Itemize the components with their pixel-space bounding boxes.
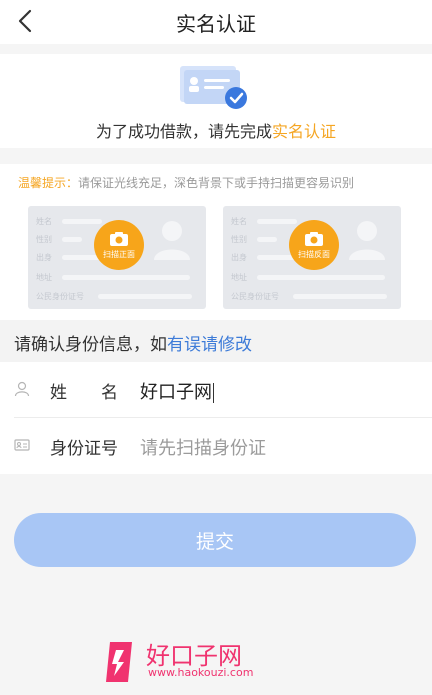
card-field-bar bbox=[293, 294, 387, 299]
id-card-verified-icon bbox=[180, 66, 247, 109]
scan-front-button[interactable]: 扫描正面 bbox=[94, 220, 144, 270]
card-field-bar bbox=[98, 294, 192, 299]
page-title: 实名认证 bbox=[176, 11, 256, 36]
tip-label: 温馨提示： bbox=[18, 176, 79, 190]
name-input[interactable]: 好口子网 bbox=[140, 378, 214, 404]
name-label: 姓 名 bbox=[50, 383, 118, 403]
submit-button[interactable]: 提交 bbox=[14, 513, 416, 567]
card-field-label: 地址 bbox=[231, 272, 247, 282]
card-field-label: 姓名 bbox=[231, 216, 247, 226]
scan-back-button[interactable]: 扫描反面 bbox=[289, 220, 339, 270]
card-field-label: 公民身份证号 bbox=[231, 291, 279, 301]
camera-icon bbox=[110, 231, 128, 246]
watermark: 好口子网 www.haokouzi.com bbox=[102, 636, 262, 686]
card-field-label: 出身 bbox=[36, 252, 52, 262]
card-field-bar bbox=[257, 237, 277, 242]
camera-icon bbox=[305, 231, 323, 246]
card-field-bar bbox=[62, 219, 102, 224]
id-card-back[interactable]: 姓名 性别 出身 地址 公民身份证号 扫描反面 bbox=[223, 206, 401, 309]
verify-banner: 为了成功借款，请先完成实名认证 bbox=[0, 54, 432, 148]
scan-front-label: 扫描正面 bbox=[103, 249, 135, 259]
id-card-icon bbox=[14, 439, 30, 451]
watermark-logo-icon bbox=[106, 642, 132, 682]
id-number-row: 身份证号 请先扫描身份证 bbox=[0, 418, 432, 473]
user-icon bbox=[14, 381, 30, 397]
scan-tip: 温馨提示：请保证光线充足，深色背景下或手持扫描更容易识别 bbox=[18, 174, 354, 191]
verify-prompt-text: 为了成功借款，请先完成 bbox=[95, 122, 272, 141]
confirm-info: 请确认身份信息，如有误请修改 bbox=[14, 330, 252, 355]
portrait-icon bbox=[349, 221, 385, 260]
id-number-input[interactable]: 请先扫描身份证 bbox=[140, 434, 266, 460]
portrait-icon bbox=[154, 221, 190, 260]
name-row: 姓 名 好口子网 bbox=[0, 362, 432, 418]
card-field-bar bbox=[62, 237, 82, 242]
id-card-front[interactable]: 姓名 性别 出身 地址 公民身份证号 扫描正面 bbox=[28, 206, 206, 309]
edit-info-link[interactable]: 有误请修改 bbox=[167, 335, 252, 355]
card-field-bar bbox=[257, 275, 385, 280]
verify-prompt: 为了成功借款，请先完成实名认证 bbox=[0, 118, 432, 142]
card-field-label: 地址 bbox=[36, 272, 52, 282]
card-field-label: 姓名 bbox=[36, 216, 52, 226]
card-field-label: 出身 bbox=[231, 252, 247, 262]
text-caret bbox=[213, 383, 214, 403]
card-field-label: 公民身份证号 bbox=[36, 291, 84, 301]
watermark-url: www.haokouzi.com bbox=[148, 666, 254, 679]
name-value: 好口子网 bbox=[140, 382, 212, 403]
back-chevron-icon[interactable] bbox=[14, 8, 38, 34]
id-number-label: 身份证号 bbox=[50, 439, 118, 459]
tip-text: 请保证光线充足，深色背景下或手持扫描更容易识别 bbox=[78, 176, 355, 190]
card-field-bar bbox=[62, 275, 190, 280]
card-field-label: 性别 bbox=[36, 234, 52, 244]
identity-form: 姓 名 好口子网 身份证号 请先扫描身份证 bbox=[0, 362, 432, 474]
scan-section: 温馨提示：请保证光线充足，深色背景下或手持扫描更容易识别 姓名 性别 出身 地址… bbox=[0, 164, 432, 320]
verify-prompt-highlight: 实名认证 bbox=[272, 122, 337, 141]
top-bar: 实名认证 bbox=[0, 0, 432, 44]
scan-back-label: 扫描反面 bbox=[298, 249, 330, 259]
confirm-info-bar: 请确认身份信息，如有误请修改 bbox=[0, 320, 432, 362]
card-field-label: 性别 bbox=[231, 234, 247, 244]
card-field-bar bbox=[257, 219, 297, 224]
confirm-info-text: 请确认身份信息，如 bbox=[14, 335, 167, 355]
